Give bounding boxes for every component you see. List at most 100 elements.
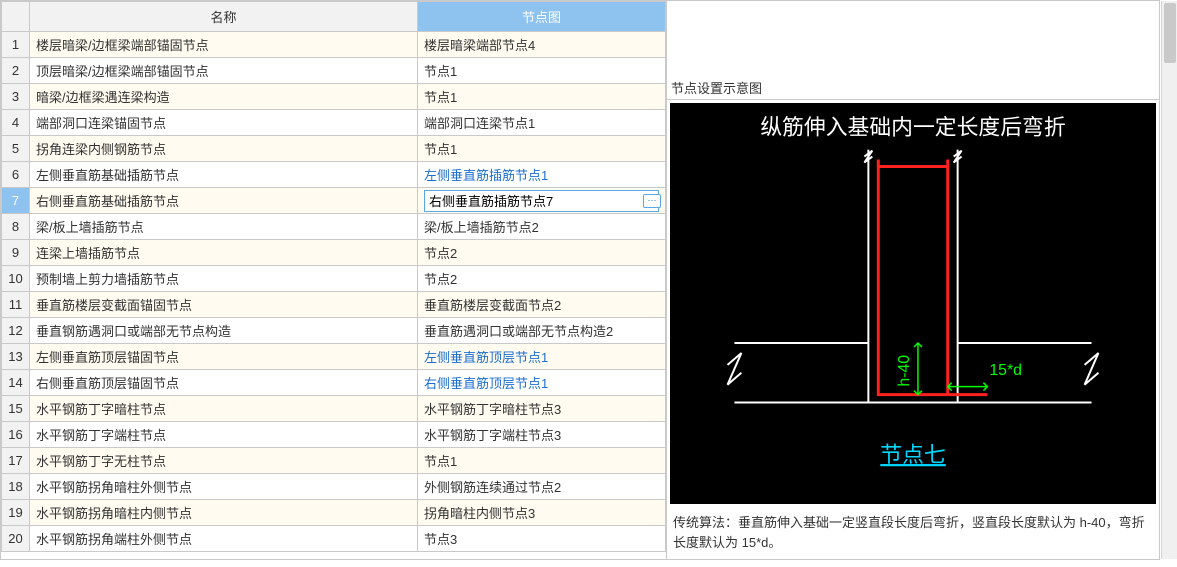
row-node-value[interactable]: 水平钢筋丁字端柱节点3 [424, 428, 561, 443]
row-node-cell[interactable]: 外侧钢筋连续通过节点2 [418, 474, 666, 500]
row-name-cell[interactable]: 右侧垂直筋基础插筋节点 [30, 188, 418, 214]
table-row[interactable]: 6左侧垂直筋基础插筋节点左侧垂直筋插筋节点1 [2, 162, 666, 188]
row-node-cell[interactable]: 水平钢筋丁字端柱节点3 [418, 422, 666, 448]
row-node-value[interactable]: 左侧垂直筋插筋节点1 [424, 168, 548, 183]
table-row[interactable]: 15水平钢筋丁字暗柱节点水平钢筋丁字暗柱节点3 [2, 396, 666, 422]
row-node-cell[interactable]: 节点3 [418, 526, 666, 552]
row-node-cell[interactable]: 垂直筋楼层变截面节点2 [418, 292, 666, 318]
ellipsis-icon[interactable]: ⋯ [643, 194, 661, 208]
row-name-cell[interactable]: 水平钢筋丁字无柱节点 [30, 448, 418, 474]
vertical-scrollbar[interactable] [1161, 1, 1177, 559]
row-node-cell[interactable]: 节点1 [418, 84, 666, 110]
table-row[interactable]: 12垂直钢筋遇洞口或端部无节点构造垂直筋遇洞口或端部无节点构造2 [2, 318, 666, 344]
row-number[interactable]: 17 [2, 448, 30, 474]
row-number[interactable]: 19 [2, 500, 30, 526]
row-node-cell[interactable]: 节点1 [418, 136, 666, 162]
row-name-cell[interactable]: 左侧垂直筋顶层锚固节点 [30, 344, 418, 370]
row-node-value[interactable]: 楼层暗梁端部节点4 [424, 38, 535, 53]
row-name-cell[interactable]: 水平钢筋丁字暗柱节点 [30, 396, 418, 422]
row-node-cell[interactable]: 右侧垂直筋顶层节点1 [418, 370, 666, 396]
row-number[interactable]: 1 [2, 32, 30, 58]
row-number[interactable]: 16 [2, 422, 30, 448]
row-name-cell[interactable]: 连梁上墙插筋节点 [30, 240, 418, 266]
row-node-value[interactable]: 端部洞口连梁节点1 [424, 116, 535, 131]
row-name-cell[interactable]: 右侧垂直筋顶层锚固节点 [30, 370, 418, 396]
row-number[interactable]: 9 [2, 240, 30, 266]
table-row[interactable]: 3暗梁/边框梁遇连梁构造节点1 [2, 84, 666, 110]
row-node-value[interactable]: 梁/板上墙插筋节点2 [424, 220, 539, 235]
row-name-cell[interactable]: 端部洞口连梁锚固节点 [30, 110, 418, 136]
row-node-value[interactable]: 垂直筋楼层变截面节点2 [424, 298, 561, 313]
row-number[interactable]: 20 [2, 526, 30, 552]
row-number[interactable]: 12 [2, 318, 30, 344]
row-number[interactable]: 11 [2, 292, 30, 318]
row-node-value[interactable]: 水平钢筋丁字暗柱节点3 [424, 402, 561, 417]
table-row[interactable]: 1楼层暗梁/边框梁端部锚固节点楼层暗梁端部节点4 [2, 32, 666, 58]
row-name-cell[interactable]: 水平钢筋拐角暗柱外侧节点 [30, 474, 418, 500]
row-number[interactable]: 10 [2, 266, 30, 292]
row-name-cell[interactable]: 楼层暗梁/边框梁端部锚固节点 [30, 32, 418, 58]
scrollbar-thumb[interactable] [1164, 3, 1176, 63]
row-name-cell[interactable]: 预制墙上剪力墙插筋节点 [30, 266, 418, 292]
table-row[interactable]: 5拐角连梁内侧钢筋节点节点1 [2, 136, 666, 162]
row-name-cell[interactable]: 梁/板上墙插筋节点 [30, 214, 418, 240]
row-node-value[interactable]: 节点2 [424, 246, 457, 261]
row-node-cell[interactable]: 水平钢筋丁字暗柱节点3 [418, 396, 666, 422]
header-node[interactable]: 节点图 [418, 2, 666, 32]
table-row[interactable]: 4端部洞口连梁锚固节点端部洞口连梁节点1 [2, 110, 666, 136]
table-row[interactable]: 13左侧垂直筋顶层锚固节点左侧垂直筋顶层节点1 [2, 344, 666, 370]
row-name-cell[interactable]: 左侧垂直筋基础插筋节点 [30, 162, 418, 188]
row-node-value[interactable]: 拐角暗柱内侧节点3 [424, 506, 535, 521]
row-node-value[interactable]: 节点3 [424, 532, 457, 547]
row-node-cell[interactable]: 拐角暗柱内侧节点3 [418, 500, 666, 526]
row-name-cell[interactable]: 水平钢筋拐角端柱外侧节点 [30, 526, 418, 552]
row-number[interactable]: 8 [2, 214, 30, 240]
row-node-cell[interactable]: 节点2 [418, 266, 666, 292]
row-node-value[interactable]: 外侧钢筋连续通过节点2 [424, 480, 561, 495]
table-row[interactable]: 17水平钢筋丁字无柱节点节点1 [2, 448, 666, 474]
table-row[interactable]: 18水平钢筋拐角暗柱外侧节点外侧钢筋连续通过节点2 [2, 474, 666, 500]
row-node-cell[interactable]: 左侧垂直筋插筋节点1 [418, 162, 666, 188]
row-node-cell[interactable]: 左侧垂直筋顶层节点1 [418, 344, 666, 370]
row-number[interactable]: 18 [2, 474, 30, 500]
row-node-value[interactable]: 垂直筋遇洞口或端部无节点构造2 [424, 324, 613, 339]
row-number[interactable]: 7 [2, 188, 30, 214]
table-row[interactable]: 19水平钢筋拐角暗柱内侧节点拐角暗柱内侧节点3 [2, 500, 666, 526]
row-node-cell[interactable]: 节点1 [418, 448, 666, 474]
row-number[interactable]: 2 [2, 58, 30, 84]
row-node-value[interactable]: 节点2 [424, 272, 457, 287]
row-node-cell[interactable]: 端部洞口连梁节点1 [418, 110, 666, 136]
row-node-value[interactable]: 节点1 [424, 142, 457, 157]
row-node-cell[interactable]: ⋯ [418, 188, 666, 214]
table-row[interactable]: 2顶层暗梁/边框梁端部锚固节点节点1 [2, 58, 666, 84]
table-row[interactable]: 9连梁上墙插筋节点节点2 [2, 240, 666, 266]
table-row[interactable]: 10预制墙上剪力墙插筋节点节点2 [2, 266, 666, 292]
table-row[interactable]: 8梁/板上墙插筋节点梁/板上墙插筋节点2 [2, 214, 666, 240]
row-name-cell[interactable]: 暗梁/边框梁遇连梁构造 [30, 84, 418, 110]
row-node-cell[interactable]: 垂直筋遇洞口或端部无节点构造2 [418, 318, 666, 344]
row-name-cell[interactable]: 水平钢筋丁字端柱节点 [30, 422, 418, 448]
table-row[interactable]: 14右侧垂直筋顶层锚固节点右侧垂直筋顶层节点1 [2, 370, 666, 396]
row-node-value[interactable]: 右侧垂直筋顶层节点1 [424, 376, 548, 391]
table-row[interactable]: 11垂直筋楼层变截面锚固节点垂直筋楼层变截面节点2 [2, 292, 666, 318]
row-node-cell[interactable]: 节点1 [418, 58, 666, 84]
row-number[interactable]: 15 [2, 396, 30, 422]
row-name-cell[interactable]: 顶层暗梁/边框梁端部锚固节点 [30, 58, 418, 84]
row-node-cell[interactable]: 梁/板上墙插筋节点2 [418, 214, 666, 240]
row-number[interactable]: 4 [2, 110, 30, 136]
row-node-value[interactable]: 左侧垂直筋顶层节点1 [424, 350, 548, 365]
row-name-cell[interactable]: 拐角连梁内侧钢筋节点 [30, 136, 418, 162]
header-name[interactable]: 名称 [30, 2, 418, 32]
row-number[interactable]: 13 [2, 344, 30, 370]
row-number[interactable]: 3 [2, 84, 30, 110]
row-node-cell[interactable]: 节点2 [418, 240, 666, 266]
table-row[interactable]: 7右侧垂直筋基础插筋节点 ⋯ [2, 188, 666, 214]
row-node-cell[interactable]: 楼层暗梁端部节点4 [418, 32, 666, 58]
row-number[interactable]: 14 [2, 370, 30, 396]
table-row[interactable]: 16水平钢筋丁字端柱节点水平钢筋丁字端柱节点3 [2, 422, 666, 448]
row-node-value[interactable]: 节点1 [424, 90, 457, 105]
row-name-cell[interactable]: 水平钢筋拐角暗柱内侧节点 [30, 500, 418, 526]
row-number[interactable]: 6 [2, 162, 30, 188]
node-edit-input[interactable] [424, 190, 659, 212]
row-name-cell[interactable]: 垂直筋楼层变截面锚固节点 [30, 292, 418, 318]
